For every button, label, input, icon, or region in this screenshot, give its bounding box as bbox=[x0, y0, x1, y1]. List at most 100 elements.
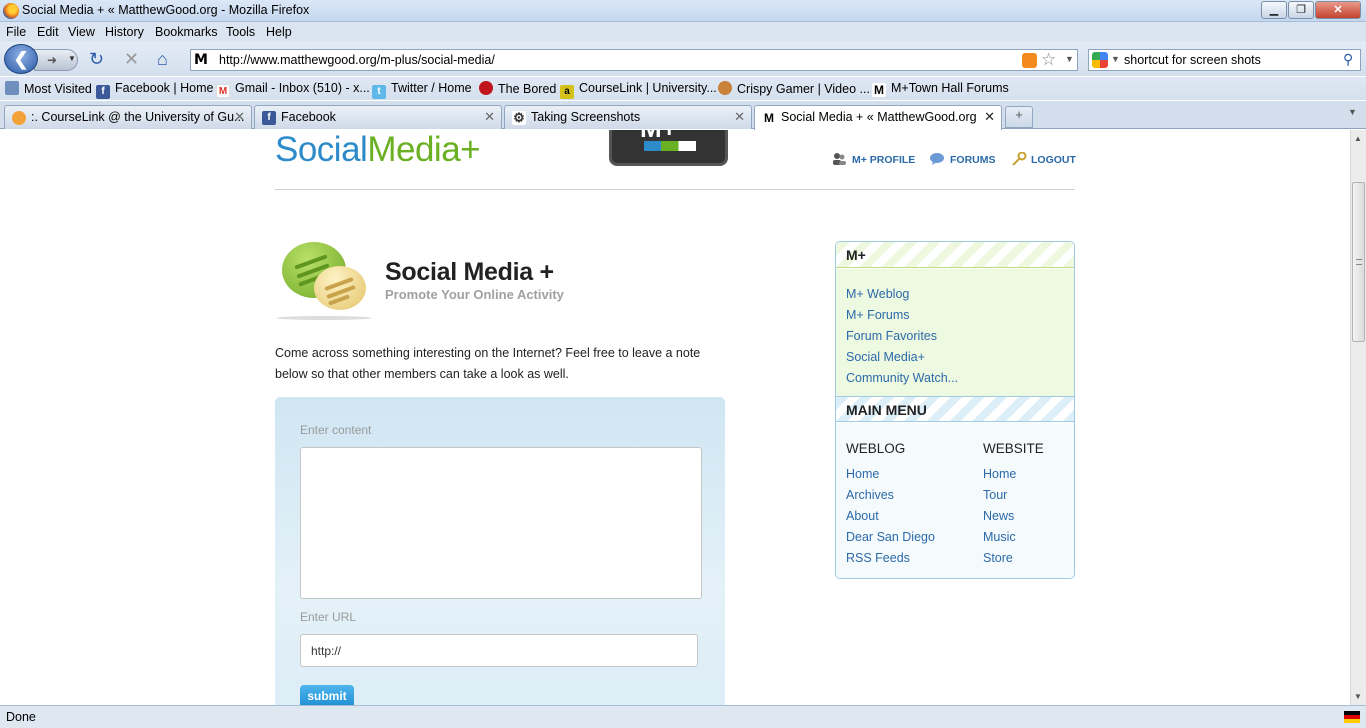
sidebar-link-forum-favorites[interactable]: Forum Favorites bbox=[846, 329, 937, 343]
profile-icon bbox=[832, 152, 847, 166]
sidebar-link-community-watch[interactable]: Community Watch... bbox=[846, 371, 958, 385]
tab-label: Social Media + « MatthewGood.org bbox=[781, 110, 977, 124]
mplus-section-title: M+ bbox=[836, 242, 1074, 268]
back-button[interactable]: ❮ bbox=[4, 44, 38, 74]
google-icon[interactable] bbox=[1092, 52, 1108, 68]
mplus-badge[interactable]: M+ bbox=[609, 130, 728, 166]
search-bar: ▼ ⚲ bbox=[1088, 49, 1361, 71]
close-tab-icon[interactable]: ✕ bbox=[984, 109, 995, 125]
bookmark-courselink[interactable]: a CourseLink | University... bbox=[560, 81, 717, 99]
bookmark-star-icon[interactable]: ☆ bbox=[1041, 50, 1056, 70]
rss-icon[interactable] bbox=[1022, 53, 1037, 68]
scrollbar-thumb[interactable] bbox=[1352, 182, 1365, 342]
menu-bar: File Edit View History Bookmarks Tools H… bbox=[0, 22, 1366, 42]
scroll-down-icon[interactable]: ▼ bbox=[1354, 692, 1362, 701]
gear-icon: ⚙ bbox=[512, 110, 526, 125]
scroll-up-icon[interactable]: ▲ bbox=[1354, 134, 1362, 143]
bookmark-the-bored[interactable]: The Bored bbox=[479, 81, 556, 96]
vertical-scrollbar[interactable]: ▲ ▼ bbox=[1350, 130, 1366, 705]
menu-edit[interactable]: Edit bbox=[37, 25, 59, 39]
bookmark-label: CourseLink | University... bbox=[579, 81, 717, 95]
bookmark-label: Gmail - Inbox (510) - x... bbox=[235, 81, 370, 95]
maximize-button[interactable]: ❐ bbox=[1288, 1, 1314, 19]
window-title: Social Media + « MatthewGood.org - Mozil… bbox=[22, 3, 310, 17]
sidebar-link-weblog[interactable]: M+ Weblog bbox=[846, 287, 909, 301]
menu-view[interactable]: View bbox=[68, 25, 95, 39]
reload-icon[interactable]: ↻ bbox=[89, 50, 104, 68]
logo-part-1: Social bbox=[275, 130, 368, 169]
submit-button[interactable]: submit bbox=[300, 685, 354, 705]
bookmark-crispy-gamer[interactable]: Crispy Gamer | Video ... bbox=[718, 81, 870, 96]
new-tab-button[interactable]: + bbox=[1005, 106, 1033, 128]
home-icon[interactable]: ⌂ bbox=[157, 50, 168, 68]
tab-social-media[interactable]: M Social Media + « MatthewGood.org ✕ bbox=[754, 105, 1002, 130]
twitter-icon: t bbox=[372, 85, 386, 99]
nav-logout[interactable]: LOGOUT bbox=[1011, 151, 1076, 166]
search-icon[interactable]: ⚲ bbox=[1343, 51, 1353, 68]
website-link-news[interactable]: News bbox=[983, 509, 1014, 523]
site-logo[interactable]: SocialMedia+ bbox=[275, 130, 481, 170]
title-bar: Social Media + « MatthewGood.org - Mozil… bbox=[0, 0, 1366, 22]
facebook-icon: f bbox=[96, 85, 110, 99]
tab-taking-screenshots[interactable]: ⚙ Taking Screenshots ✕ bbox=[504, 105, 752, 129]
page-subtitle: Promote Your Online Activity bbox=[385, 287, 564, 302]
menu-file[interactable]: File bbox=[6, 25, 26, 39]
tab-list-dropdown-icon[interactable]: ▼ bbox=[1348, 107, 1357, 117]
bookmarks-toolbar: Most Visited f Facebook | Home M Gmail - I… bbox=[0, 77, 1366, 100]
website-column-title: WEBSITE bbox=[983, 441, 1044, 456]
bookmark-most-visited[interactable]: Most Visited bbox=[5, 81, 92, 96]
sidebar-link-forums[interactable]: M+ Forums bbox=[846, 308, 910, 322]
menu-bookmarks[interactable]: Bookmarks bbox=[155, 25, 218, 39]
page-title: Social Media + bbox=[385, 258, 554, 286]
status-text: Done bbox=[6, 710, 36, 724]
bookmark-label: Twitter / Home bbox=[391, 81, 472, 95]
close-tab-icon[interactable]: ✕ bbox=[484, 109, 495, 125]
weblog-link-home[interactable]: Home bbox=[846, 467, 879, 481]
menu-history[interactable]: History bbox=[105, 25, 144, 39]
menu-help[interactable]: Help bbox=[266, 25, 292, 39]
bookmark-gmail[interactable]: M Gmail - Inbox (510) - x... bbox=[216, 81, 370, 98]
close-button[interactable]: ✕ bbox=[1315, 1, 1361, 19]
weblog-link-dear-san-diego[interactable]: Dear San Diego bbox=[846, 530, 935, 544]
bookmark-facebook[interactable]: f Facebook | Home bbox=[96, 81, 213, 99]
post-form: Enter content Enter URL submit bbox=[275, 397, 725, 705]
weblog-link-about[interactable]: About bbox=[846, 509, 879, 523]
content-textarea[interactable] bbox=[300, 447, 702, 599]
stop-icon[interactable]: ✕ bbox=[124, 50, 139, 68]
website-link-store[interactable]: Store bbox=[983, 551, 1013, 565]
search-input[interactable] bbox=[1124, 52, 1334, 68]
url-bar[interactable]: M http://www.matthewgood.org/m-plus/soci… bbox=[190, 49, 1078, 71]
gmail-icon: M bbox=[216, 84, 230, 98]
tab-facebook[interactable]: f Facebook ✕ bbox=[254, 105, 502, 129]
nav-mplus-profile[interactable]: M+ PROFILE bbox=[832, 152, 915, 166]
url-input[interactable] bbox=[300, 634, 698, 667]
website-link-tour[interactable]: Tour bbox=[983, 488, 1007, 502]
sidebar: M+ M+ Weblog M+ Forums Forum Favorites S… bbox=[835, 241, 1075, 579]
bookmark-twitter[interactable]: t Twitter / Home bbox=[372, 81, 472, 99]
url-text[interactable]: http://www.matthewgood.org/m-plus/social… bbox=[219, 53, 495, 67]
main-menu-title: MAIN MENU bbox=[836, 396, 1074, 422]
weblog-link-rss-feeds[interactable]: RSS Feeds bbox=[846, 551, 910, 565]
bookmark-town-hall-forums[interactable]: M M+Town Hall Forums bbox=[872, 81, 1009, 97]
tab-label: Facebook bbox=[281, 110, 336, 124]
minimize-button[interactable]: ▁ bbox=[1261, 1, 1287, 19]
website-link-music[interactable]: Music bbox=[983, 530, 1016, 544]
weblog-link-archives[interactable]: Archives bbox=[846, 488, 894, 502]
menu-tools[interactable]: Tools bbox=[226, 25, 255, 39]
forums-icon bbox=[930, 152, 945, 166]
close-tab-icon[interactable]: ✕ bbox=[734, 109, 745, 125]
flag-icon bbox=[1344, 711, 1360, 723]
nav-forums[interactable]: FORUMS bbox=[930, 152, 996, 166]
sidebar-link-social-media[interactable]: Social Media+ bbox=[846, 350, 925, 364]
website-link-home[interactable]: Home bbox=[983, 467, 1016, 481]
close-tab-icon[interactable]: ✕ bbox=[234, 109, 245, 125]
tab-courselink[interactable]: :. CourseLink @ the University of Gu... … bbox=[4, 105, 252, 129]
bookmark-label: M+Town Hall Forums bbox=[891, 81, 1009, 95]
firefox-icon bbox=[3, 3, 19, 19]
most-visited-icon bbox=[5, 81, 19, 95]
status-bar: Done bbox=[0, 705, 1366, 728]
url-dropdown-icon[interactable]: ▼ bbox=[1065, 54, 1074, 64]
history-dropdown-icon[interactable]: ▼ bbox=[68, 54, 76, 63]
search-engine-dropdown-icon[interactable]: ▼ bbox=[1111, 54, 1120, 64]
m-icon: M bbox=[762, 111, 776, 125]
